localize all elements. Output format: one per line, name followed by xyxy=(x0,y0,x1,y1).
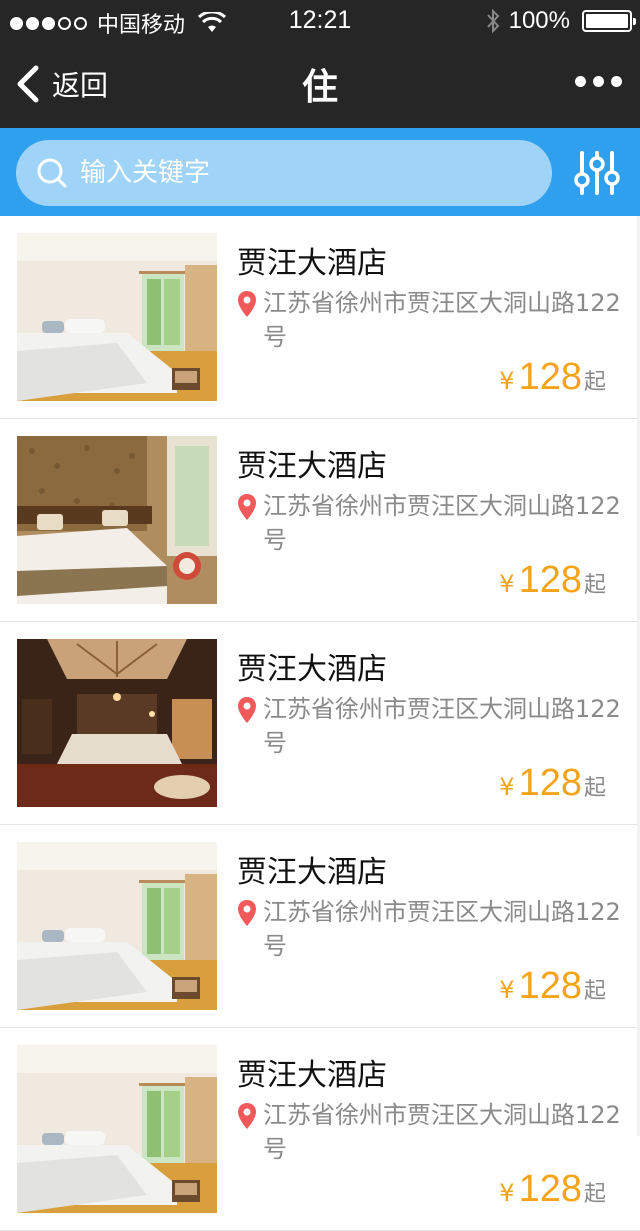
status-bar: 中国移动 12:21 100% xyxy=(0,0,640,40)
price-currency: ¥ xyxy=(499,367,515,395)
more-dots-icon[interactable] xyxy=(575,76,622,87)
nav-bar: 返回 住 xyxy=(0,40,640,128)
hotel-address-text: 江苏省徐州市贾汪区大洞山路122号 xyxy=(263,898,621,960)
hotel-room-image xyxy=(17,639,217,807)
hotel-name: 贾汪大酒店 xyxy=(237,652,387,687)
battery-icon xyxy=(582,10,636,32)
hotel-name: 贾汪大酒店 xyxy=(237,449,387,484)
price-value: 128 xyxy=(518,965,582,1007)
hotel-address: 江苏省徐州市贾汪区大洞山路122号 xyxy=(237,286,627,354)
hotel-address-text: 江苏省徐州市贾汪区大洞山路122号 xyxy=(263,289,621,351)
location-pin-icon xyxy=(237,493,257,521)
hotel-price: ¥ 128 起 xyxy=(499,762,606,805)
hotel-price: ¥ 128 起 xyxy=(499,356,606,399)
hotel-name: 贾汪大酒店 xyxy=(237,246,387,281)
hotel-name: 贾汪大酒店 xyxy=(237,1058,387,1093)
price-suffix: 起 xyxy=(583,370,606,395)
bluetooth-icon xyxy=(486,8,499,34)
search-box[interactable] xyxy=(16,140,552,206)
hotel-room-image xyxy=(17,436,217,604)
location-pin-icon xyxy=(237,290,257,318)
price-currency: ¥ xyxy=(499,976,515,1004)
hotel-address-text: 江苏省徐州市贾汪区大洞山路122号 xyxy=(263,695,621,757)
price-currency: ¥ xyxy=(499,773,515,801)
price-value: 128 xyxy=(518,1168,582,1210)
hotel-address-text: 江苏省徐州市贾汪区大洞山路122号 xyxy=(263,1101,621,1163)
search-input[interactable] xyxy=(80,158,520,188)
hotel-price: ¥ 128 起 xyxy=(499,965,606,1008)
filter-sliders-icon[interactable] xyxy=(574,150,620,196)
status-right: 100% xyxy=(485,7,636,35)
hotel-price: ¥ 128 起 xyxy=(499,1168,606,1211)
price-suffix: 起 xyxy=(583,979,606,1004)
price-value: 128 xyxy=(518,559,582,601)
battery-percent: 100% xyxy=(508,7,570,34)
search-icon xyxy=(37,158,67,188)
hotel-list-item[interactable]: 贾汪大酒店 江苏省徐州市贾汪区大洞山路122号 ¥ 128 起 xyxy=(0,825,640,1028)
location-pin-icon xyxy=(237,899,257,927)
hotel-room-image xyxy=(17,233,217,401)
hotel-list-item[interactable]: 贾汪大酒店 江苏省徐州市贾汪区大洞山路122号 ¥ 128 起 xyxy=(0,216,640,419)
hotel-address: 江苏省徐州市贾汪区大洞山路122号 xyxy=(237,489,627,557)
hotel-list-item[interactable]: 贾汪大酒店 江苏省徐州市贾汪区大洞山路122号 ¥ 128 起 xyxy=(0,1028,640,1231)
hotel-address: 江苏省徐州市贾汪区大洞山路122号 xyxy=(237,1098,627,1166)
hotel-price: ¥ 128 起 xyxy=(499,559,606,602)
location-pin-icon xyxy=(237,1102,257,1130)
price-currency: ¥ xyxy=(499,1179,515,1207)
hotel-name: 贾汪大酒店 xyxy=(237,855,387,890)
price-suffix: 起 xyxy=(583,573,606,598)
price-value: 128 xyxy=(518,762,582,804)
price-currency: ¥ xyxy=(499,570,515,598)
hotel-room-image xyxy=(17,1045,217,1213)
hotel-address-text: 江苏省徐州市贾汪区大洞山路122号 xyxy=(263,492,621,554)
location-pin-icon xyxy=(237,696,257,724)
hotel-address: 江苏省徐州市贾汪区大洞山路122号 xyxy=(237,692,627,760)
search-bar xyxy=(0,128,640,216)
hotel-room-image xyxy=(17,842,217,1010)
price-suffix: 起 xyxy=(583,1182,606,1207)
page-title: 住 xyxy=(301,67,338,108)
price-value: 128 xyxy=(518,356,582,398)
hotel-list: 贾汪大酒店 江苏省徐州市贾汪区大洞山路122号 ¥ 128 起 贾汪大酒店 江苏… xyxy=(0,216,640,1231)
hotel-list-item[interactable]: 贾汪大酒店 江苏省徐州市贾汪区大洞山路122号 ¥ 128 起 xyxy=(0,419,640,622)
hotel-address: 江苏省徐州市贾汪区大洞山路122号 xyxy=(237,895,627,963)
hotel-list-item[interactable]: 贾汪大酒店 江苏省徐州市贾汪区大洞山路122号 ¥ 128 起 xyxy=(0,622,640,825)
price-suffix: 起 xyxy=(583,776,606,801)
